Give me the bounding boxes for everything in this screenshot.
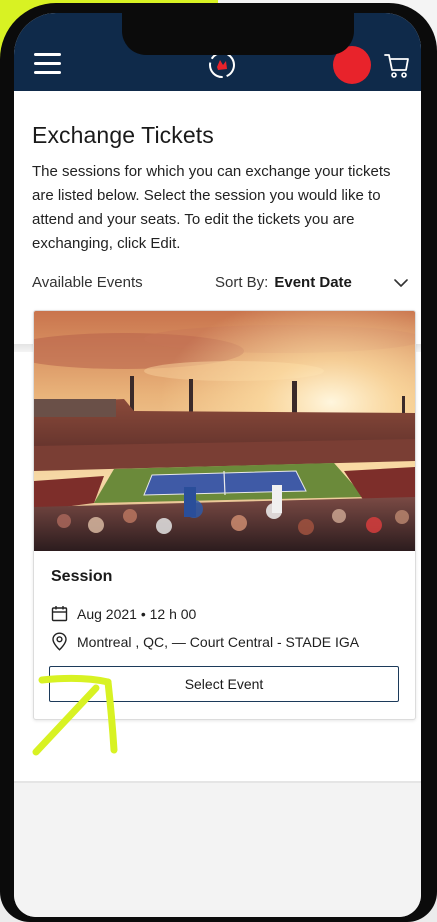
stadium-photo [34, 311, 415, 551]
phone-frame: Exchange Tickets The sessions for which … [0, 3, 437, 922]
event-card: Session Aug 2021 • 12 h 00 Montreal , QC… [33, 310, 416, 720]
sort-value: Event Date [274, 274, 352, 291]
event-venue: Montreal , QC, — Court Central - STADE I… [77, 633, 360, 650]
event-photo [34, 311, 415, 551]
list-footer-area [14, 783, 421, 917]
sort-label: Sort By: [215, 274, 269, 291]
hamburger-menu-icon[interactable] [34, 53, 62, 75]
phone-screen: Exchange Tickets The sessions for which … [14, 13, 421, 917]
sort-dropdown[interactable]: Sort By: Event Date [215, 274, 352, 291]
annotation-arrow-icon [32, 674, 118, 756]
intro-text: The sessions for which you can exchange … [32, 163, 391, 252]
page-title: Exchange Tickets [32, 122, 214, 148]
phone-notch [122, 13, 354, 55]
calendar-icon [51, 606, 68, 622]
location-pin-icon [52, 632, 67, 651]
cart-icon[interactable] [384, 51, 410, 79]
chevron-down-icon[interactable] [394, 278, 408, 288]
event-date-row: Aug 2021 • 12 h 00 [51, 605, 196, 622]
event-title: Session [51, 568, 113, 585]
stage: Exchange Tickets The sessions for which … [0, 0, 437, 922]
event-date: Aug 2021 • 12 h 00 [77, 605, 197, 622]
event-venue-row: Montreal , QC, — Court Central - STADE I… [51, 632, 359, 651]
available-events-label: Available Events [32, 274, 143, 291]
